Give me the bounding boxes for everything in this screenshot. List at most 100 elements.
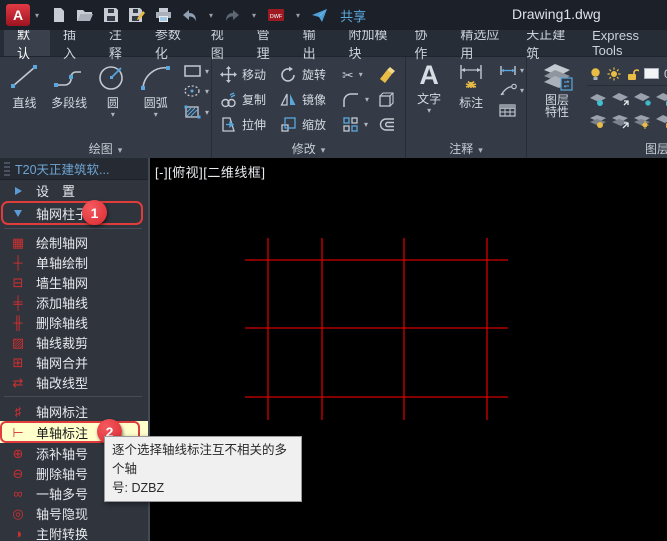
explode-button[interactable] [378, 91, 404, 108]
share-icon[interactable] [311, 8, 328, 23]
dwf-dropdown-icon[interactable]: ▾ [296, 11, 300, 20]
sidebar-item-7[interactable]: ╫ 删除轴线 [0, 312, 148, 332]
ellipse-dropdown-icon[interactable]: ▾ [205, 87, 209, 96]
leader-button[interactable]: ▾ [498, 83, 524, 97]
trim-dropdown-icon[interactable]: ▾ [359, 70, 363, 79]
sidebar-item-4[interactable]: ┼ 单轴绘制 [0, 252, 148, 272]
linear-dimension-dropdown-icon[interactable]: ▾ [520, 66, 524, 75]
tab-附加模块[interactable]: 附加模块 [336, 27, 402, 61]
tab-默认[interactable]: 默认 [4, 27, 50, 61]
layer-isolate-icon[interactable] [632, 114, 652, 129]
sidebar-item-5[interactable]: ⊟ 墙生轴网 [0, 272, 148, 292]
hatch-button[interactable]: ▾ [183, 104, 209, 120]
stretch-button[interactable]: 拉伸 [220, 116, 280, 133]
layer-lock-icon[interactable] [654, 92, 667, 107]
polyline-button[interactable]: 多段线 [45, 62, 93, 138]
open-file-icon[interactable] [76, 7, 94, 23]
offset-button[interactable] [378, 117, 404, 132]
sidebar-item-2[interactable]: 轴网柱子 1 [0, 200, 148, 225]
sidebar-item-17[interactable]: ◑ 主附转换 [0, 523, 148, 541]
layer-walk-icon[interactable] [610, 92, 630, 107]
icon-slot: ◑ [3, 527, 33, 540]
new-file-icon[interactable] [51, 7, 67, 23]
linear-dimension-button[interactable]: ▾ [498, 64, 524, 77]
save-as-icon[interactable] [128, 7, 146, 23]
share-label[interactable]: 共享 [340, 6, 366, 25]
app-menu-button[interactable]: A [6, 4, 30, 26]
line-button[interactable]: 直线 [4, 62, 45, 138]
icon-slot: ♯ [3, 405, 33, 418]
hatch-dropdown-icon[interactable]: ▾ [205, 108, 209, 117]
tab-插入[interactable]: 插入 [50, 27, 96, 61]
sidebar-item-label: 轴网标注 [36, 404, 89, 420]
undo-icon[interactable] [181, 8, 198, 23]
annotate-panel-expander[interactable]: 注释 [406, 138, 526, 158]
sidebar-item-11[interactable]: ♯ 轴网标注 [0, 401, 148, 421]
sidebar-item-8[interactable]: ▨ 轴线裁剪 [0, 332, 148, 352]
mirror-button[interactable]: 镜像 [280, 91, 342, 108]
sidebar-item-3[interactable]: ▦ 绘制轴网 [0, 232, 148, 252]
tab-视图[interactable]: 视图 [198, 27, 244, 61]
tab-协作[interactable]: 协作 [401, 27, 447, 61]
redo-icon[interactable] [224, 8, 241, 23]
sidebar-item-16[interactable]: ◎ 轴号隐现 [0, 503, 148, 523]
save-icon[interactable] [103, 7, 119, 23]
text-button[interactable]: A 文字 ▾ [410, 62, 448, 138]
layer-state-control[interactable]: 0 [587, 62, 667, 86]
rectangle-dropdown-icon[interactable]: ▾ [205, 67, 209, 76]
modify-panel-expander[interactable]: 修改 [212, 138, 405, 158]
icon-slot: ╫ [3, 316, 33, 329]
sidebar-header[interactable]: T20天正建筑软... [0, 158, 148, 180]
sidebar-item-1[interactable]: 设 置 [0, 180, 148, 201]
dimension-button[interactable]: 标注 [448, 62, 494, 138]
rectangle-button[interactable]: ▾ [183, 64, 209, 78]
ellipse-button[interactable]: ▾ [183, 84, 209, 98]
plot-icon[interactable] [155, 7, 172, 23]
tab-参数化[interactable]: 参数化 [142, 27, 198, 61]
fillet-dropdown-icon[interactable]: ▾ [365, 95, 369, 104]
tab-天正建筑[interactable]: 天正建筑 [513, 27, 579, 61]
trim-button[interactable]: ✂ ▾ [342, 68, 378, 82]
layer-freeze-icon[interactable] [632, 92, 652, 107]
sidebar-item-6[interactable]: ╪ 添加轴线 [0, 292, 148, 312]
fillet-button[interactable]: ▾ [342, 92, 378, 108]
sidebar-item-10[interactable]: ⇄ 轴改线型 [0, 372, 148, 392]
tab-注释[interactable]: 注释 [96, 27, 142, 61]
tab-精选应用[interactable]: 精选应用 [447, 27, 513, 61]
redo-dropdown-icon[interactable]: ▾ [252, 11, 256, 20]
leader-dropdown-icon[interactable]: ▾ [520, 86, 524, 95]
undo-dropdown-icon[interactable]: ▾ [209, 11, 213, 20]
app-menu-arrow-icon[interactable]: ▾ [35, 11, 39, 20]
array-dropdown-icon[interactable]: ▾ [364, 120, 368, 129]
array-button[interactable]: ▾ [342, 116, 378, 133]
viewport-controls-label[interactable]: [-][俯视][二维线框] [155, 162, 266, 181]
draw-panel-expander[interactable]: 绘图 [0, 138, 211, 158]
arc-button[interactable]: 圆弧 ▾ [132, 62, 179, 138]
icon-slot: ▨ [3, 336, 33, 349]
table-button[interactable] [498, 103, 524, 118]
rotate-button[interactable]: 旋转 [280, 66, 342, 83]
dwf-icon[interactable]: DWF [267, 7, 285, 23]
circle-button[interactable]: 圆 ▾ [93, 62, 132, 138]
tab-输出[interactable]: 输出 [290, 27, 336, 61]
line-icon [11, 65, 38, 88]
layer-turn-on-icon[interactable] [588, 114, 608, 129]
layer-thaw-icon[interactable] [610, 114, 630, 129]
copy-button[interactable]: 复制 [220, 91, 280, 108]
move-button[interactable]: 移动 [220, 66, 280, 83]
sidebar-item-label: 轴网合并 [36, 355, 89, 371]
tab-Express Tools[interactable]: Express Tools [579, 28, 667, 58]
arc-dropdown-icon[interactable]: ▾ [154, 111, 158, 119]
scale-button[interactable]: 缩放 [280, 116, 342, 133]
layer-properties-button[interactable]: 图层 特性 [533, 62, 581, 138]
tab-管理[interactable]: 管理 [244, 27, 290, 61]
panel-grip-icon[interactable] [4, 161, 10, 176]
scale-icon [281, 117, 296, 132]
erase-button[interactable] [378, 66, 404, 83]
sidebar-item-9[interactable]: ⊞ 轴网合并 [0, 352, 148, 372]
sidebar-item-label: 轴改线型 [36, 375, 89, 391]
layer-unlock-tool-icon[interactable] [654, 114, 667, 129]
layer-on-icon[interactable] [588, 92, 608, 107]
circle-dropdown-icon[interactable]: ▾ [111, 111, 115, 119]
text-dropdown-icon[interactable]: ▾ [427, 107, 431, 115]
